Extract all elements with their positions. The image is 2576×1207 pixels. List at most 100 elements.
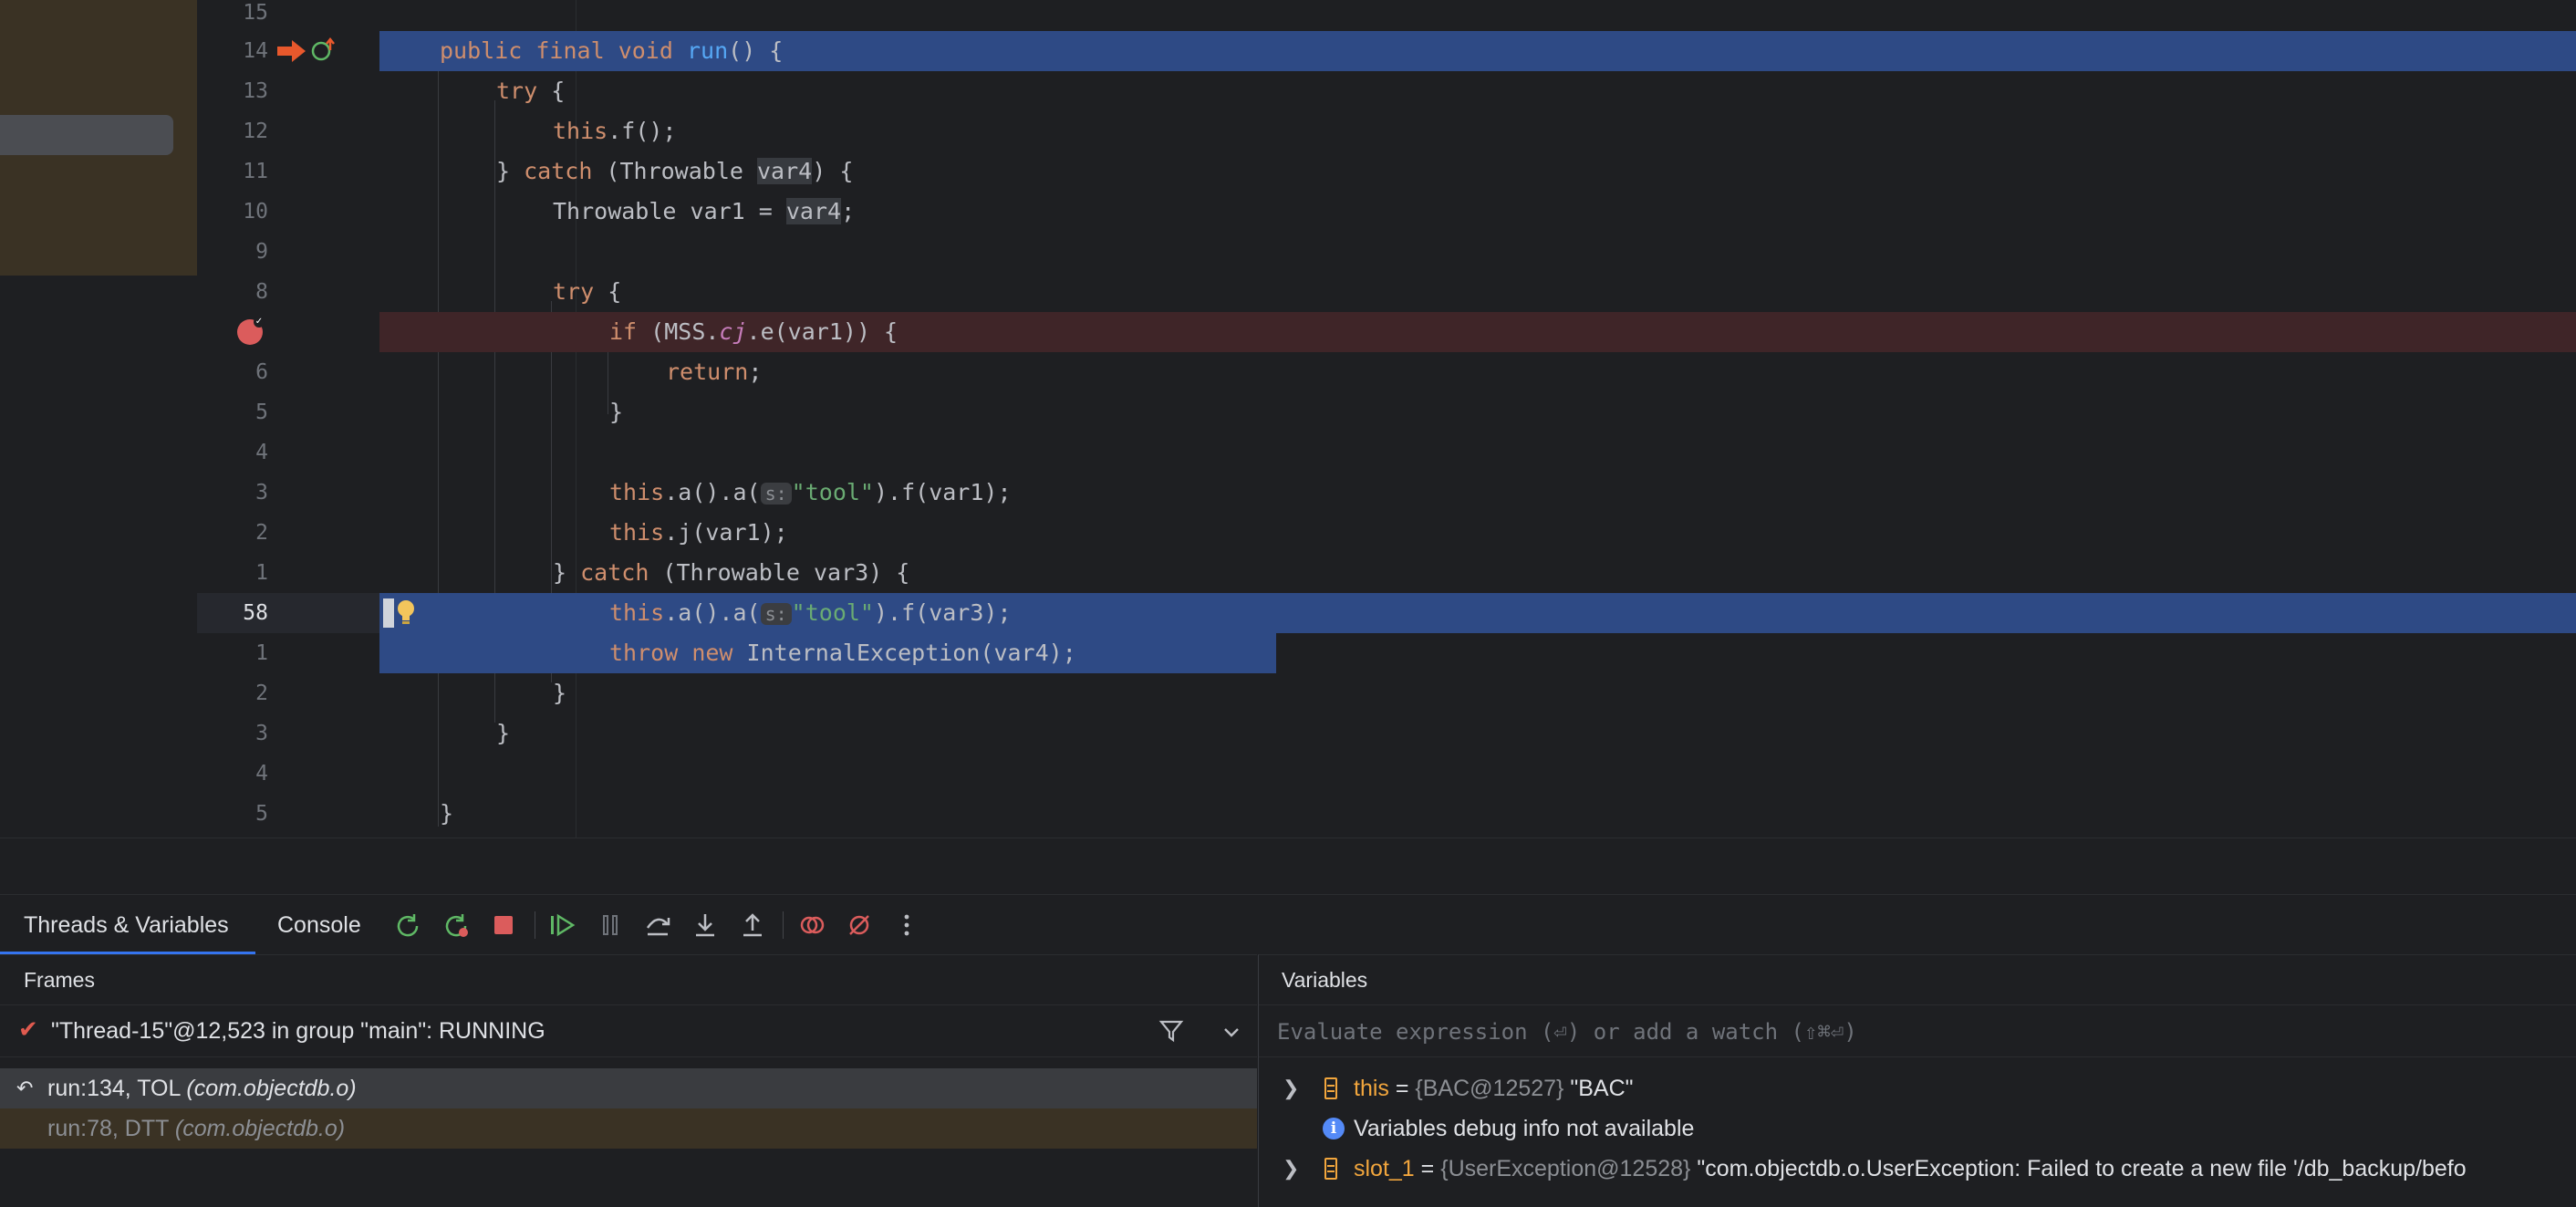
parameter-hint: s: bbox=[760, 483, 792, 505]
code-text: .f(); bbox=[608, 118, 677, 144]
code-line[interactable]: 8 try { bbox=[197, 272, 2576, 312]
pause-icon[interactable] bbox=[595, 910, 626, 941]
method-name: run bbox=[686, 37, 729, 64]
keyword: catch bbox=[580, 559, 649, 586]
code-line[interactable]: 5 } bbox=[197, 392, 2576, 432]
highlighted-usage: var4 bbox=[757, 158, 813, 184]
chevron-right-icon[interactable]: ❯ bbox=[1283, 1068, 1299, 1108]
code-line[interactable]: 1 } catch (Throwable var3) { bbox=[197, 553, 2576, 593]
code-line[interactable]: 3 this.a().a(s: "tool").f(var1); bbox=[197, 473, 2576, 513]
code-line[interactable]: 6 return; bbox=[197, 352, 2576, 392]
frames-title: Frames bbox=[24, 968, 95, 992]
code-line-current[interactable]: 58 this.a().a(s: "tool").f(var3); bbox=[197, 593, 2576, 633]
variable-row[interactable]: ❯ this = {BAC@12527} "BAC" bbox=[1259, 1068, 2576, 1108]
filter-icon[interactable] bbox=[1158, 1018, 1184, 1044]
more-icon[interactable] bbox=[891, 910, 922, 941]
code-text: () { bbox=[728, 37, 784, 64]
code-line[interactable]: 9 bbox=[197, 232, 2576, 272]
mute-breakpoints-icon[interactable] bbox=[844, 910, 875, 941]
resume-icon[interactable] bbox=[547, 910, 578, 941]
line-number: 5 bbox=[255, 401, 268, 424]
thread-selector[interactable]: ✔ "Thread-15"@12,523 in group "main": RU… bbox=[0, 1004, 1257, 1057]
stack-frame[interactable]: run:78, DTT (com.objectdb.o) bbox=[0, 1108, 1257, 1149]
variables-panel: Variables ❯ this = {BAC@12527} "BAC" i V… bbox=[1258, 954, 2576, 1207]
project-tree-selected-item[interactable] bbox=[0, 115, 173, 155]
thread-label: "Thread-15"@12,523 in group "main": RUNN… bbox=[51, 1018, 545, 1044]
code-text: } bbox=[496, 158, 525, 184]
code-text: (Throwable var3) { bbox=[649, 559, 910, 586]
code-text: } bbox=[609, 399, 624, 425]
line-number: 1 bbox=[255, 561, 268, 585]
frame-package: (com.objectdb.o) bbox=[186, 1076, 357, 1101]
code-line[interactable]: 1 throw new InternalException(var4); bbox=[197, 633, 2576, 673]
step-out-icon[interactable] bbox=[737, 910, 768, 941]
step-into-icon[interactable] bbox=[690, 910, 721, 941]
line-number: 5 bbox=[255, 802, 268, 826]
code-line[interactable]: 12 this.f(); bbox=[197, 111, 2576, 151]
line-number: 12 bbox=[243, 120, 268, 143]
evaluate-expression-input[interactable] bbox=[1275, 1013, 2556, 1051]
view-breakpoints-icon[interactable] bbox=[796, 910, 827, 941]
code-line[interactable]: 4 bbox=[197, 754, 2576, 794]
debug-toolbar: Threads & Variables Console bbox=[0, 894, 2576, 955]
rerun-failed-icon[interactable] bbox=[441, 910, 472, 941]
code-line[interactable]: 15 bbox=[197, 0, 2576, 33]
lightbulb-icon[interactable] bbox=[396, 599, 416, 627]
line-number: 2 bbox=[255, 682, 268, 705]
code-editor[interactable]: 15 14 public final void run() { 13 try {… bbox=[197, 0, 2576, 838]
code-line[interactable]: 5 } bbox=[197, 794, 2576, 834]
info-message: Variables debug info not available bbox=[1354, 1116, 1695, 1141]
code-text: InternalException(var4); bbox=[732, 640, 1076, 666]
code-line[interactable]: 4 bbox=[197, 432, 2576, 473]
chevron-down-icon[interactable] bbox=[1219, 1020, 1244, 1046]
parameter-hint: s: bbox=[760, 603, 792, 625]
line-number: 15 bbox=[243, 1, 268, 25]
breakpoint-icon[interactable]: ✓ bbox=[237, 317, 265, 345]
code-text: ).f(var1); bbox=[873, 479, 1012, 505]
variable-icon bbox=[1324, 1077, 1337, 1099]
keyword: this bbox=[609, 479, 665, 505]
keyword: void bbox=[618, 37, 673, 64]
frame-package: (com.objectdb.o) bbox=[174, 1116, 346, 1141]
editor-bottom-area bbox=[0, 838, 2576, 895]
code-line[interactable]: 2 this.j(var1); bbox=[197, 513, 2576, 553]
code-line[interactable]: 10 Throwable var1 = var4; bbox=[197, 192, 2576, 232]
chevron-right-icon[interactable]: ❯ bbox=[1283, 1149, 1299, 1189]
variable-equals: = bbox=[1414, 1156, 1441, 1181]
return-arrow-icon: ↶ bbox=[16, 1077, 34, 1099]
line-number: 3 bbox=[255, 481, 268, 505]
code-text: ) { bbox=[812, 158, 854, 184]
keyword: if bbox=[609, 318, 638, 345]
code-text: { bbox=[594, 278, 622, 305]
code-text: .j(var1); bbox=[664, 519, 788, 546]
variable-row[interactable]: ❯ slot_1 = {UserException@12528} "com.ob… bbox=[1259, 1149, 2576, 1189]
rerun-icon[interactable] bbox=[392, 910, 423, 941]
text-caret bbox=[383, 598, 394, 628]
code-line-execution[interactable]: 14 public final void run() { bbox=[197, 31, 2576, 71]
code-text: } bbox=[496, 720, 511, 746]
code-line[interactable]: 3 } bbox=[197, 713, 2576, 754]
keyword: throw bbox=[609, 640, 679, 666]
code-text: { bbox=[537, 78, 566, 104]
stack-frame[interactable]: ↶ run:134, TOL (com.objectdb.o) bbox=[0, 1068, 1257, 1108]
tab-threads-variables[interactable]: Threads & Variables bbox=[24, 895, 229, 955]
variable-value: "BAC" bbox=[1563, 1076, 1634, 1101]
variable-name: slot_1 bbox=[1354, 1156, 1415, 1181]
code-line-breakpoint[interactable]: ✓ if (MSS.cj.e(var1)) { bbox=[197, 312, 2576, 352]
code-line[interactable]: 11 } catch (Throwable var4) { bbox=[197, 151, 2576, 192]
step-over-icon[interactable] bbox=[642, 910, 673, 941]
override-method-icon[interactable] bbox=[310, 37, 338, 65]
code-text: .e(var1)) { bbox=[746, 318, 898, 345]
code-line[interactable]: 2 } bbox=[197, 673, 2576, 713]
keyword: this bbox=[553, 118, 608, 144]
keyword: try bbox=[496, 78, 538, 104]
line-number: 1 bbox=[255, 641, 268, 665]
code-text: (Throwable bbox=[592, 158, 757, 184]
stop-icon[interactable] bbox=[488, 910, 519, 941]
tab-console[interactable]: Console bbox=[277, 895, 361, 955]
variable-type: {UserException@12528} bbox=[1440, 1156, 1691, 1181]
code-text: } bbox=[440, 800, 454, 827]
keyword: final bbox=[535, 37, 605, 64]
code-line[interactable]: 13 try { bbox=[197, 71, 2576, 111]
checkmark-icon: ✔ bbox=[18, 1016, 38, 1044]
